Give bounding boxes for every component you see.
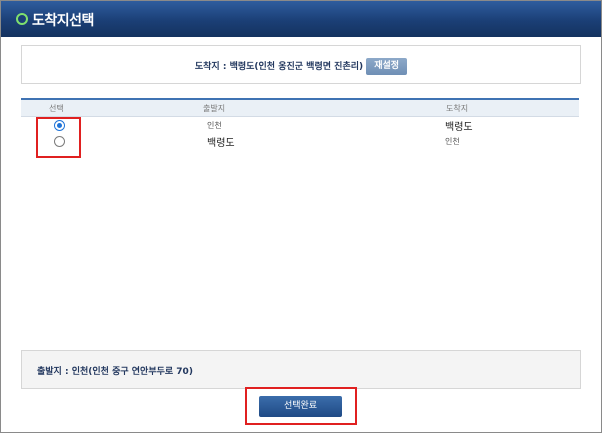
table-header: 선택 출발지 도착지 <box>21 100 579 117</box>
reset-button[interactable]: 재설정 <box>366 58 408 75</box>
header-from: 출발지 <box>203 104 226 113</box>
row-from: 인천 <box>207 121 222 130</box>
destination-panel: 도착지 : 백령도(인천 옹진군 백령면 진촌리) 재설정 <box>21 45 581 84</box>
route-table: 선택 출발지 도착지 인천 백령도 백령도 인천 <box>21 98 579 149</box>
table-row[interactable]: 백령도 인천 <box>21 133 579 149</box>
row-to: 백령도 <box>445 122 473 133</box>
button-highlight-box <box>245 387 357 425</box>
circle-bullet-icon <box>16 13 28 25</box>
destination-line: 도착지 : 백령도(인천 옹진군 백령면 진촌리) 재설정 <box>22 58 580 75</box>
row-to: 인천 <box>445 137 460 146</box>
departure-panel: 출발지 : 인천(인천 중구 연안부두로 70) <box>21 350 581 389</box>
table-row[interactable]: 인천 백령도 <box>21 117 579 133</box>
dialog-window: 도착지선택 도착지 : 백령도(인천 옹진군 백령면 진촌리) 재설정 선택 출발… <box>0 0 602 433</box>
destination-label: 도착지 : 백령도(인천 옹진군 백령면 진촌리) <box>194 62 364 72</box>
header-to: 도착지 <box>446 104 469 113</box>
radio-highlight-box <box>36 117 81 158</box>
window-title: 도착지선택 <box>32 13 94 29</box>
title-bar: 도착지선택 <box>1 1 601 37</box>
header-select: 선택 <box>49 104 64 113</box>
departure-label: 출발지 : 인천(인천 중구 연안부두로 70) <box>37 367 193 377</box>
row-from: 백령도 <box>207 138 235 149</box>
